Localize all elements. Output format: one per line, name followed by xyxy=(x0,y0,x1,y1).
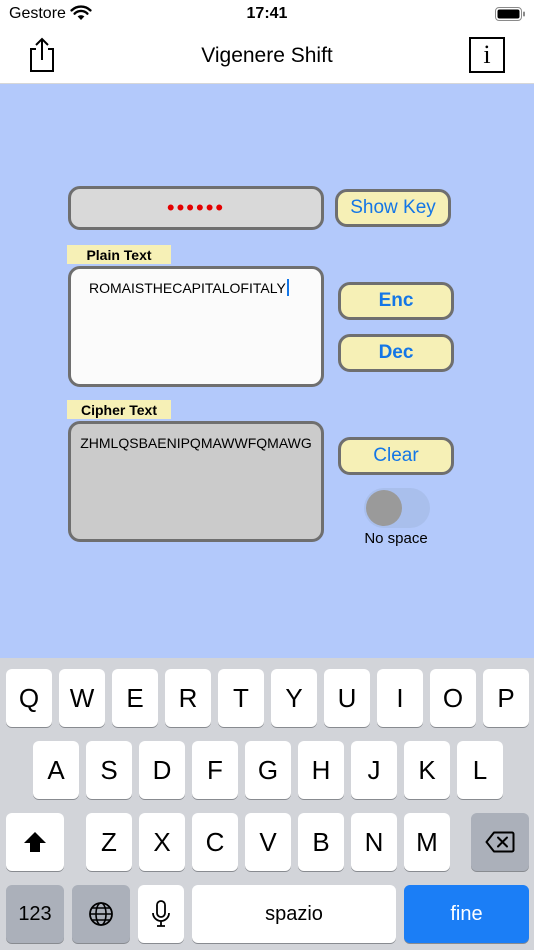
key-f[interactable]: F xyxy=(192,741,238,799)
text-caret xyxy=(286,279,289,296)
numbers-key[interactable]: 123 xyxy=(6,885,64,943)
cipher-text-label: Cipher Text xyxy=(67,400,171,419)
key-v[interactable]: V xyxy=(245,813,291,871)
globe-key[interactable] xyxy=(72,885,130,943)
microphone-icon xyxy=(152,900,170,927)
plain-text-input[interactable]: ROMAISTHECAPITALOFITALY xyxy=(68,266,324,387)
space-key[interactable]: spazio xyxy=(192,885,396,943)
key-k[interactable]: K xyxy=(404,741,450,799)
navigation-bar: Vigenere Shift i xyxy=(0,28,534,84)
globe-icon xyxy=(89,902,113,926)
status-time: 17:41 xyxy=(246,5,288,22)
key-l[interactable]: L xyxy=(457,741,503,799)
key-e[interactable]: E xyxy=(112,669,158,727)
key-w[interactable]: W xyxy=(59,669,105,727)
key-j[interactable]: J xyxy=(351,741,397,799)
show-key-button[interactable]: Show Key xyxy=(335,189,451,227)
cipher-text-output[interactable]: ZHMLQSBAENIPQMAWWFQMAWG xyxy=(68,421,324,542)
key-c[interactable]: C xyxy=(192,813,238,871)
shift-icon xyxy=(24,832,46,852)
shift-key[interactable] xyxy=(6,813,64,871)
key-h[interactable]: H xyxy=(298,741,344,799)
cipher-text-value: ZHMLQSBAENIPQMAWWFQMAWG xyxy=(80,435,312,451)
info-icon[interactable]: i xyxy=(469,37,505,73)
key-o[interactable]: O xyxy=(430,669,476,727)
no-space-label: No space xyxy=(364,530,428,547)
key-s[interactable]: S xyxy=(86,741,132,799)
key-d[interactable]: D xyxy=(139,741,185,799)
key-a[interactable]: A xyxy=(33,741,79,799)
key-i[interactable]: I xyxy=(377,669,423,727)
plain-text-label: Plain Text xyxy=(67,245,171,264)
keyboard: Q W E R T Y U I O P A S D F G H J K L Z … xyxy=(0,658,534,950)
key-r[interactable]: R xyxy=(165,669,211,727)
key-field[interactable]: •••••• xyxy=(68,186,324,230)
key-u[interactable]: U xyxy=(324,669,370,727)
key-y[interactable]: Y xyxy=(271,669,317,727)
key-b[interactable]: B xyxy=(298,813,344,871)
key-p[interactable]: P xyxy=(483,669,529,727)
key-q[interactable]: Q xyxy=(6,669,52,727)
delete-key[interactable] xyxy=(471,813,529,871)
plain-text-value: ROMAISTHECAPITALOFITALY xyxy=(89,280,286,296)
info-label: i xyxy=(483,40,491,69)
decrypt-button[interactable]: Dec xyxy=(338,334,454,372)
key-x[interactable]: X xyxy=(139,813,185,871)
status-bar: Gestore 17:41 xyxy=(0,0,534,28)
battery-icon xyxy=(495,7,525,21)
key-z[interactable]: Z xyxy=(86,813,132,871)
delete-icon xyxy=(485,831,515,853)
toggle-knob xyxy=(366,490,402,526)
clear-button[interactable]: Clear xyxy=(338,437,454,475)
dictation-key[interactable] xyxy=(138,885,184,943)
key-n[interactable]: N xyxy=(351,813,397,871)
key-m[interactable]: M xyxy=(404,813,450,871)
key-t[interactable]: T xyxy=(218,669,264,727)
done-key[interactable]: fine xyxy=(404,885,529,943)
key-g[interactable]: G xyxy=(245,741,291,799)
page-title: Vigenere Shift xyxy=(201,44,333,67)
encrypt-button[interactable]: Enc xyxy=(338,282,454,320)
no-space-toggle[interactable] xyxy=(364,488,430,528)
